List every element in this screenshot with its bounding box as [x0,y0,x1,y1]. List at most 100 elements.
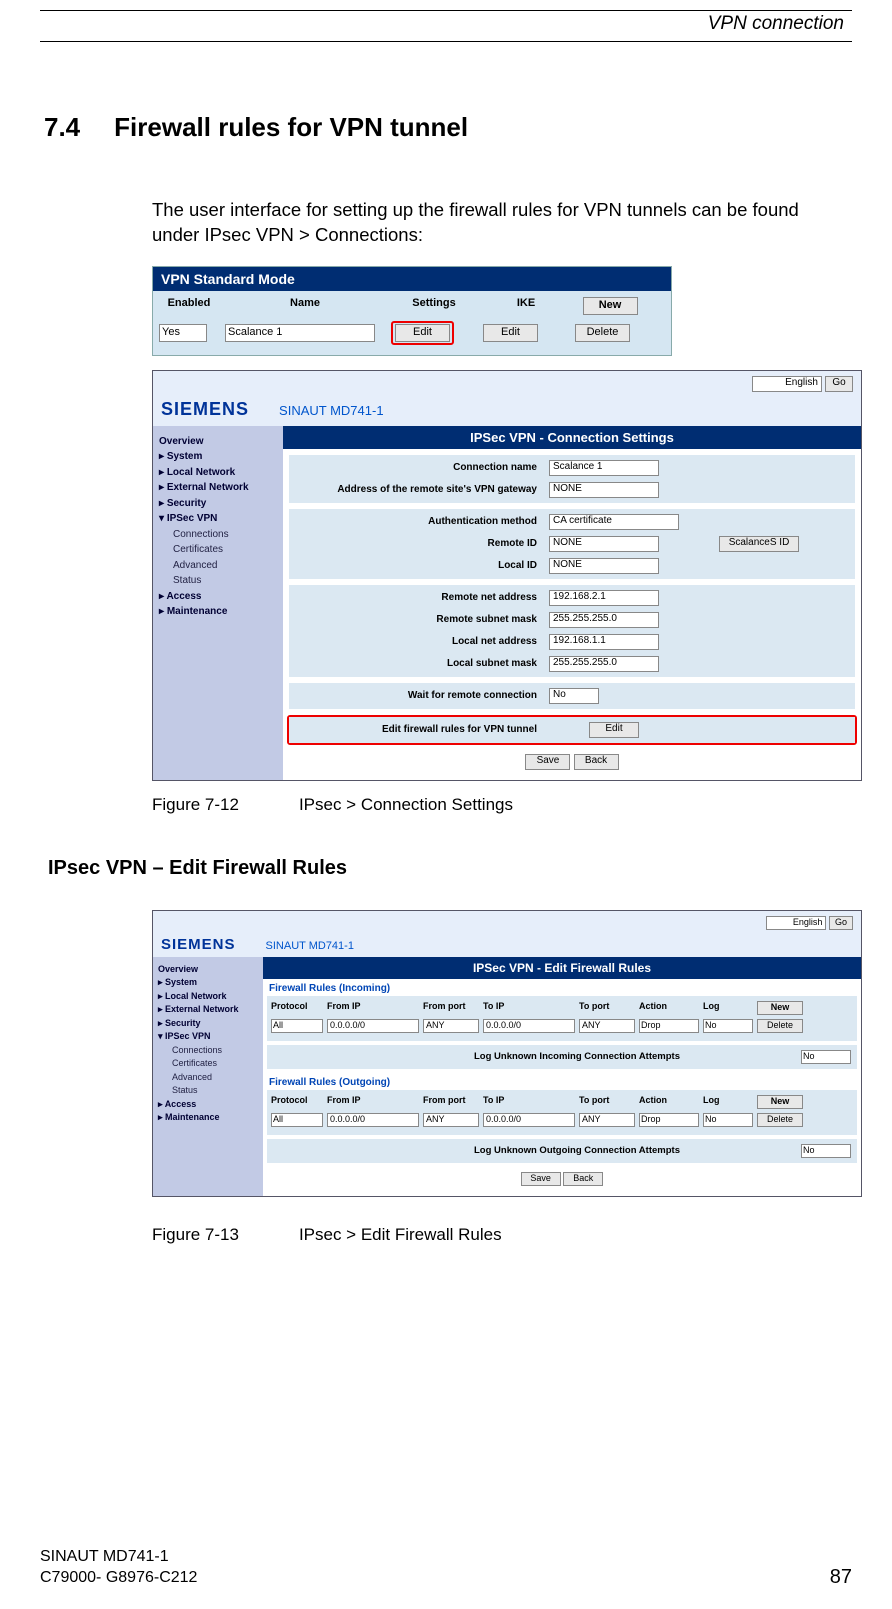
hdr-log: Log [703,1001,753,1015]
log-outgoing-label: Log Unknown Outgoing Connection Attempts [273,1145,801,1156]
nav-ipsec[interactable]: ▾ IPSec VPN [158,1030,260,1044]
to-port-input[interactable]: ANY [579,1019,635,1033]
enabled-select[interactable]: Yes [159,324,207,342]
to-ip-input[interactable]: 0.0.0.0/0 [483,1019,575,1033]
main-title: IPSec VPN - Connection Settings [283,426,861,449]
action-select[interactable]: Drop [639,1019,699,1033]
nav-system[interactable]: ▸ System [159,449,279,465]
local-net-input[interactable]: 192.168.1.1 [549,634,659,650]
nav-localnet[interactable]: ▸ Local Network [158,990,260,1004]
incoming-rule-row: All 0.0.0.0/0 ANY 0.0.0.0/0 ANY Drop No … [271,1017,853,1035]
language-select[interactable]: English [766,916,826,930]
delete-rule-button[interactable]: Delete [757,1113,803,1127]
from-port-input[interactable]: ANY [423,1113,479,1127]
hdr-to-port: To port [579,1001,635,1015]
nav-status[interactable]: Status [158,1084,260,1098]
edit-fw-label: Edit firewall rules for VPN tunnel [289,724,549,735]
name-input[interactable]: Scalance 1 [225,324,375,342]
from-port-input[interactable]: ANY [423,1019,479,1033]
local-mask-input[interactable]: 255.255.255.0 [549,656,659,672]
nav-system[interactable]: ▸ System [158,976,260,990]
nav-maintenance[interactable]: ▸ Maintenance [159,604,279,620]
protocol-select[interactable]: All [271,1113,323,1127]
hdr-action: Action [639,1095,699,1109]
ike-edit-button[interactable]: Edit [483,324,538,342]
outgoing-table: Protocol From IP From port To IP To port… [267,1090,857,1135]
back-button[interactable]: Back [563,1172,603,1186]
local-id-input[interactable]: NONE [549,558,659,574]
gw-addr-input[interactable]: NONE [549,482,659,498]
conn-name-label: Connection name [289,462,549,473]
save-button[interactable]: Save [525,754,570,770]
sidebar-nav: Overview ▸ System ▸ Local Network ▸ Exte… [153,426,283,780]
delete-rule-button[interactable]: Delete [757,1019,803,1033]
scalances-id-button[interactable]: ScalanceS ID [719,536,799,552]
go-button[interactable]: Go [829,916,853,930]
nav-connections[interactable]: Connections [158,1044,260,1058]
new-button[interactable]: New [583,297,638,315]
back-button[interactable]: Back [574,754,619,770]
nav-access[interactable]: ▸ Access [159,589,279,605]
auth-select[interactable]: CA certificate [549,514,679,530]
hdr-protocol: Protocol [271,1001,323,1015]
hdr-from-port: From port [423,1001,479,1015]
remote-net-label: Remote net address [289,592,549,603]
hdr-log: Log [703,1095,753,1109]
new-rule-button[interactable]: New [757,1001,803,1015]
connection-settings-panel: English Go SIEMENS SINAUT MD741-1 Overvi… [152,370,862,781]
section-heading: 7.4 Firewall rules for VPN tunnel [40,112,852,143]
conn-name-input[interactable]: Scalance 1 [549,460,659,476]
new-rule-button[interactable]: New [757,1095,803,1109]
col-ike: IKE [483,297,569,315]
to-ip-input[interactable]: 0.0.0.0/0 [483,1113,575,1127]
log-select[interactable]: No [703,1019,753,1033]
col-enabled: Enabled [159,297,219,315]
nav-ipsec[interactable]: ▾ IPSec VPN [159,511,279,527]
figure-caption: IPsec > Edit Firewall Rules [299,1225,502,1245]
nav-maintenance[interactable]: ▸ Maintenance [158,1111,260,1125]
nav-advanced[interactable]: Advanced [159,558,279,574]
log-select[interactable]: No [703,1113,753,1127]
edit-fw-button[interactable]: Edit [589,722,639,738]
settings-edit-button[interactable]: Edit [395,324,450,342]
remote-id-label: Remote ID [289,538,549,549]
nav-status[interactable]: Status [159,573,279,589]
subheading: IPsec VPN – Edit Firewall Rules [48,857,852,880]
from-ip-input[interactable]: 0.0.0.0/0 [327,1019,419,1033]
nav-localnet[interactable]: ▸ Local Network [159,465,279,481]
language-select[interactable]: English [752,376,822,392]
delete-button[interactable]: Delete [575,324,630,342]
brand-logo: SIEMENS [161,936,236,953]
remote-id-input[interactable]: NONE [549,536,659,552]
col-settings: Settings [391,297,477,315]
protocol-select[interactable]: All [271,1019,323,1033]
nav-extnet[interactable]: ▸ External Network [158,1003,260,1017]
outgoing-rule-row: All 0.0.0.0/0 ANY 0.0.0.0/0 ANY Drop No … [271,1111,853,1129]
log-incoming-label: Log Unknown Incoming Connection Attempts [273,1051,801,1062]
nav-security[interactable]: ▸ Security [159,496,279,512]
save-button[interactable]: Save [521,1172,561,1186]
nav-overview[interactable]: Overview [158,963,260,977]
log-outgoing-select[interactable]: No [801,1144,851,1158]
wait-select[interactable]: No [549,688,599,704]
nav-connections[interactable]: Connections [159,527,279,543]
nav-overview[interactable]: Overview [159,434,279,450]
nav-advanced[interactable]: Advanced [158,1071,260,1085]
brand-logo: SIEMENS [161,399,249,420]
remote-net-input[interactable]: 192.168.2.1 [549,590,659,606]
action-select[interactable]: Drop [639,1113,699,1127]
nav-extnet[interactable]: ▸ External Network [159,480,279,496]
main-title: IPSec VPN - Edit Firewall Rules [263,957,861,979]
nav-access[interactable]: ▸ Access [158,1098,260,1112]
nav-certificates[interactable]: Certificates [158,1057,260,1071]
to-port-input[interactable]: ANY [579,1113,635,1127]
local-net-label: Local net address [289,636,549,647]
log-incoming-select[interactable]: No [801,1050,851,1064]
figure-number: Figure 7-13 [152,1225,239,1245]
nav-security[interactable]: ▸ Security [158,1017,260,1031]
remote-mask-input[interactable]: 255.255.255.0 [549,612,659,628]
nav-certificates[interactable]: Certificates [159,542,279,558]
sidebar-nav: Overview ▸ System ▸ Local Network ▸ Exte… [153,957,263,1196]
from-ip-input[interactable]: 0.0.0.0/0 [327,1113,419,1127]
go-button[interactable]: Go [825,376,853,392]
